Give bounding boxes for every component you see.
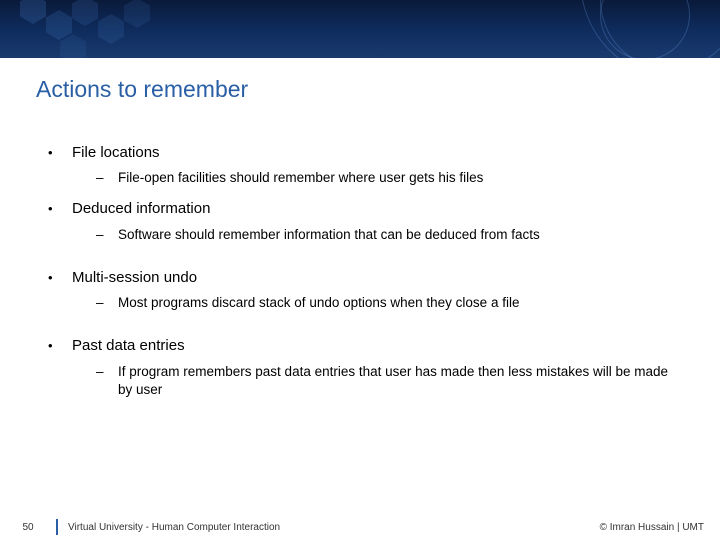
bullet-item: •Multi-session undo –Most programs discar…	[48, 268, 684, 312]
dash-marker: –	[96, 226, 118, 244]
dash-marker: –	[96, 363, 118, 381]
bullet-label: Deduced information	[72, 199, 210, 219]
hex-decoration	[98, 14, 124, 44]
sub-list: –If program remembers past data entries …	[48, 363, 684, 399]
sub-item: –Most programs discard stack of undo opt…	[96, 294, 684, 312]
bullet-label: Multi-session undo	[72, 268, 197, 288]
sub-item: –Software should remember information th…	[96, 226, 684, 244]
sub-list: –File-open facilities should remember wh…	[48, 169, 684, 187]
slide-content: •File locations–File-open facilities sho…	[0, 103, 720, 399]
footer-divider	[56, 519, 58, 535]
dash-marker: –	[96, 294, 118, 312]
sub-item-text: File-open facilities should remember whe…	[118, 169, 483, 187]
sub-list: –Most programs discard stack of undo opt…	[48, 294, 684, 312]
sub-list: –Software should remember information th…	[48, 226, 684, 244]
footer-center-text: Virtual University - Human Computer Inte…	[68, 522, 600, 533]
bullet-item: •Past data entries –If program remembers …	[48, 336, 684, 399]
bullet-label: Past data entries	[72, 336, 185, 356]
bullet-item: •Deduced information –Software should rem…	[48, 199, 684, 243]
bullet-row: •Multi-session undo	[48, 268, 684, 288]
sub-item-text: If program remembers past data entries t…	[118, 363, 684, 399]
bullet-row: •Past data entries	[48, 336, 684, 356]
hex-decoration	[60, 34, 86, 58]
slide-title: Actions to remember	[0, 58, 720, 103]
slide-footer: 50 Virtual University - Human Computer I…	[0, 514, 720, 540]
hex-decoration	[20, 0, 46, 24]
dash-marker: –	[96, 169, 118, 187]
header-band	[0, 0, 720, 58]
bullet-row: •File locations	[48, 143, 684, 163]
bullet-label: File locations	[72, 143, 160, 163]
footer-right-text: © Imran Hussain | UMT	[600, 522, 720, 533]
sub-item-text: Software should remember information tha…	[118, 226, 540, 244]
sub-item: –File-open facilities should remember wh…	[96, 169, 684, 187]
sub-item: –If program remembers past data entries …	[96, 363, 684, 399]
hex-decoration	[72, 0, 98, 26]
bullet-marker: •	[48, 336, 72, 355]
bullet-row: •Deduced information	[48, 199, 684, 219]
hex-decoration	[124, 0, 150, 28]
page-number: 50	[0, 522, 56, 533]
hex-decoration	[46, 10, 72, 40]
bullet-marker: •	[48, 143, 72, 162]
sub-item-text: Most programs discard stack of undo opti…	[118, 294, 519, 312]
bullet-marker: •	[48, 268, 72, 287]
bullet-item: •File locations –File-open facilities sho…	[48, 143, 684, 187]
bullet-marker: •	[48, 199, 72, 218]
bullet-list: •File locations–File-open facilities sho…	[48, 143, 684, 399]
